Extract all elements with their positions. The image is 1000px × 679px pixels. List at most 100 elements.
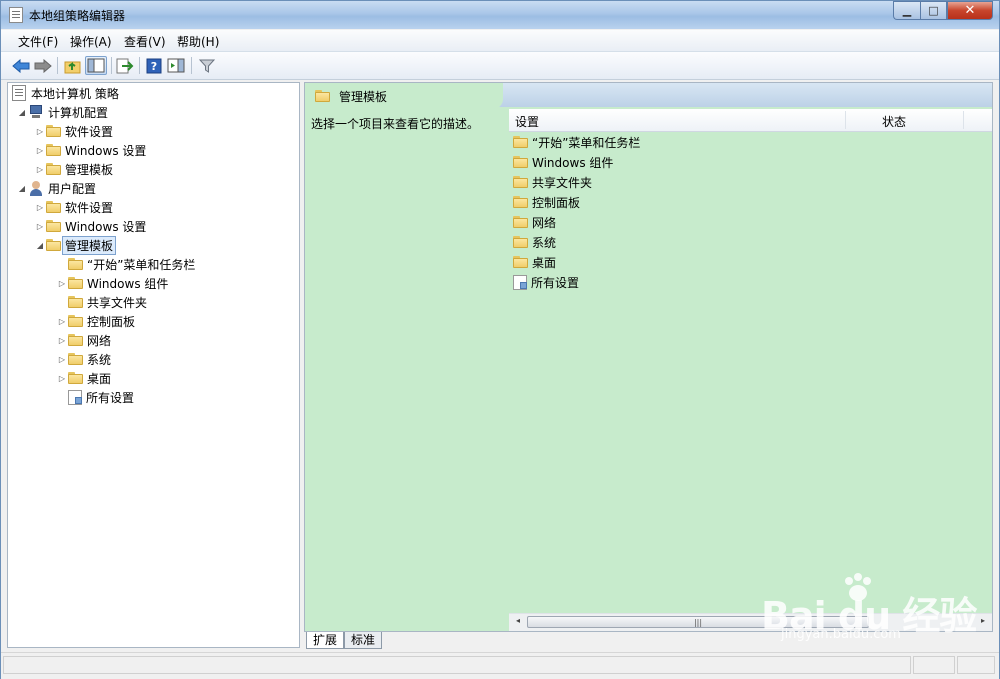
expanded-arrow-icon[interactable]: ◢ [16,108,28,117]
collapsed-arrow-icon[interactable]: ▷ [56,279,68,288]
tree-node-desktop[interactable]: ▷ 桌面 [56,369,111,387]
list-item[interactable]: Windows 组件 [513,153,613,171]
folder-icon [68,372,83,384]
list-item[interactable]: 所有设置 [513,273,579,291]
folder-icon [513,196,528,208]
column-divider[interactable] [963,111,964,129]
tab-standard[interactable]: 标准 [344,632,383,649]
tree-node-system[interactable]: ▷ 系统 [56,350,111,368]
filter-icon[interactable] [197,56,217,75]
folder-icon [68,334,83,346]
list-item[interactable]: 共享文件夹 [513,173,592,191]
collapsed-arrow-icon[interactable]: ▷ [34,127,46,136]
tree-node-shared-folders[interactable]: 共享文件夹 [56,293,147,311]
tree-node-start-menu[interactable]: “开始”菜单和任务栏 [56,255,195,273]
expanded-arrow-icon[interactable]: ◢ [34,241,46,250]
folder-icon [68,258,83,270]
column-setting[interactable]: 设置 [515,113,539,130]
menu-action[interactable]: 操作(A) [70,33,112,50]
back-icon[interactable] [11,56,31,75]
export-list-icon[interactable] [115,56,135,75]
toolbar-separator [111,57,112,74]
collapsed-arrow-icon[interactable]: ▷ [34,222,46,231]
tree-node-all-settings[interactable]: 所有设置 [56,388,134,406]
list-item[interactable]: 系统 [513,233,556,251]
folder-icon [513,216,528,228]
tree-node-windows-components[interactable]: ▷ Windows 组件 [56,274,168,292]
collapsed-arrow-icon[interactable]: ▷ [56,355,68,364]
policy-icon [12,85,26,101]
tree-node-user-software[interactable]: ▷ 软件设置 [34,198,113,216]
tree-node-computer-config[interactable]: ◢ 计算机配置 [16,103,108,121]
window-title: 本地组策略编辑器 [29,9,126,23]
folder-icon [46,144,61,156]
scroll-right-icon[interactable]: ▸ [977,616,989,628]
collapsed-arrow-icon[interactable]: ▷ [34,165,46,174]
minimize-button[interactable]: ▁ [893,1,920,20]
forward-icon[interactable] [33,56,53,75]
all-settings-icon [68,389,82,405]
status-cell [957,656,995,674]
collapsed-arrow-icon[interactable]: ▷ [34,146,46,155]
folder-icon [513,256,528,268]
folder-icon [513,156,528,168]
help-icon[interactable]: ? [144,56,164,75]
expanded-arrow-icon[interactable]: ◢ [16,184,28,193]
scroll-thumb[interactable]: ||| [527,616,869,628]
view-tabs: 扩展 标准 [304,632,993,650]
tree-node-computer-admin[interactable]: ▷ 管理模板 [34,160,113,178]
details-header-tab: 管理模板 [305,83,503,109]
main-window: 本地组策略编辑器 ▁ □ ✕ 文件(F) 操作(A) 查看(V) 帮助(H) ?… [0,0,1000,679]
details-header: 管理模板 [305,83,992,109]
tree-node-computer-windows[interactable]: ▷ Windows 设置 [34,141,146,159]
menu-bar: 文件(F) 操作(A) 查看(V) 帮助(H) [1,30,999,52]
toolbar-separator [57,57,58,74]
tree-node-user-config[interactable]: ◢ 用户配置 [16,179,96,197]
menu-view[interactable]: 查看(V) [124,33,166,50]
maximize-button[interactable]: □ [920,1,947,20]
tree-node-user-admin[interactable]: ◢ 管理模板 [34,235,117,255]
show-hide-tree-icon[interactable] [85,56,107,75]
column-state[interactable]: 状态 [882,113,906,130]
folder-icon [513,176,528,188]
list-item[interactable]: 桌面 [513,253,556,271]
collapsed-arrow-icon[interactable]: ▷ [56,317,68,326]
tree-node-user-windows[interactable]: ▷ Windows 设置 [34,217,146,235]
toolbar-separator [191,57,192,74]
list-item[interactable]: “开始”菜单和任务栏 [513,133,640,151]
tree-node-network[interactable]: ▷ 网络 [56,331,111,349]
svg-text:?: ? [151,60,157,73]
toolbar-separator [139,57,140,74]
folder-icon [513,136,528,148]
close-button[interactable]: ✕ [947,1,993,20]
collapsed-arrow-icon[interactable]: ▷ [34,203,46,212]
details-pane: 管理模板 选择一个项目来查看它的描述。 设置 状态 “开始”菜单和任务栏 Win… [304,82,993,632]
folder-icon [68,315,83,327]
column-divider[interactable] [845,111,846,129]
list-item[interactable]: 控制面板 [513,193,580,211]
menu-help[interactable]: 帮助(H) [177,33,219,50]
tree-node-control-panel[interactable]: ▷ 控制面板 [56,312,135,330]
tree-node-root[interactable]: 本地计算机 策略 [12,84,119,102]
status-cell [3,656,911,674]
folder-icon [46,239,61,251]
folder-icon [68,353,83,365]
navigation-tree[interactable]: 本地计算机 策略 ◢ 计算机配置 ▷ 软件设置 ▷ Windows 设置 ▷ 管… [7,82,300,648]
status-bar [1,652,999,679]
menu-file[interactable]: 文件(F) [18,33,58,50]
scroll-left-icon[interactable]: ◂ [512,616,524,628]
list-item[interactable]: 网络 [513,213,556,231]
folder-icon [46,220,61,232]
collapsed-arrow-icon[interactable]: ▷ [56,374,68,383]
collapsed-arrow-icon[interactable]: ▷ [56,336,68,345]
up-folder-icon[interactable] [63,56,83,75]
action-pane-icon[interactable] [166,56,186,75]
title-bar[interactable]: 本地组策略编辑器 ▁ □ ✕ [1,1,999,29]
tree-node-computer-software[interactable]: ▷ 软件设置 [34,122,113,140]
folder-icon [46,201,61,213]
computer-icon [28,105,44,119]
tab-extended[interactable]: 扩展 [306,632,345,649]
all-settings-icon [513,274,527,290]
horizontal-scrollbar[interactable]: ◂ ||| ▸ [509,613,992,631]
folder-icon [513,236,528,248]
